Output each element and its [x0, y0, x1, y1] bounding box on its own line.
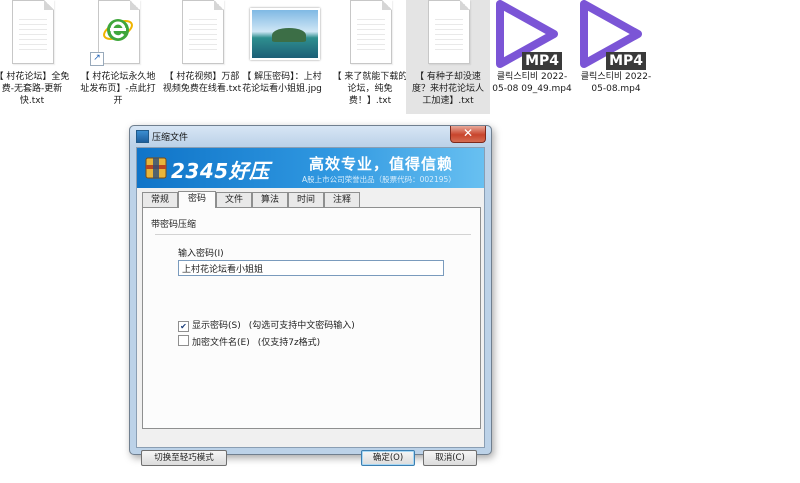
tab-algorithm[interactable]: 算法 — [252, 192, 288, 207]
tab-time[interactable]: 时间 — [288, 192, 324, 207]
file-label: 【 有种子却没速度？来村花论坛人工加速】.txt — [411, 72, 484, 106]
brand-banner: 2345好压 高效专业，值得信赖 A股上市公司荣誉出品（股票代码：002195） — [137, 148, 484, 188]
image-file-icon — [250, 0, 320, 68]
mp4-video-icon: MP4 — [490, 0, 574, 70]
text-file-icon — [422, 0, 474, 68]
text-file-icon — [176, 0, 228, 68]
desktop-file[interactable]: 【 来了就能下载的论坛，纯免费！】.txt — [328, 0, 412, 107]
file-label: 【 解压密码】：上村花论坛看小姐姐.jpg — [242, 72, 322, 94]
text-file-icon — [6, 0, 58, 68]
app-icon — [136, 130, 149, 143]
tab-comment[interactable]: 注释 — [324, 192, 360, 207]
dialog-title: 压缩文件 — [152, 133, 189, 143]
checkbox-checked-icon: ✔ — [178, 321, 189, 332]
banner-subtitle: A股上市公司荣誉出品（股票代码：002195） — [302, 175, 456, 184]
file-label: 【 来了就能下载的论坛，纯免费！】.txt — [332, 72, 408, 106]
encrypt-filenames-checkbox[interactable]: 加密文件名(E) (仅支持7z格式) — [178, 335, 320, 348]
banner-slogan: 高效专业，值得信赖 — [309, 155, 454, 173]
checkbox-empty-icon — [178, 335, 189, 346]
desktop-file[interactable]: MP4 클릭스티비 2022-05-08 09_49.mp4 — [490, 0, 574, 95]
desktop-file[interactable]: 【 解压密码】：上村花论坛看小姐姐.jpg — [240, 0, 324, 95]
tab-password[interactable]: 密码 — [178, 191, 216, 208]
password-input[interactable] — [178, 260, 444, 276]
password-label: 输入密码(I) — [178, 249, 224, 259]
file-label: 클릭스티비 2022-05-08.mp4 — [580, 72, 652, 94]
desktop-file-selected[interactable]: 【 有种子却没速度？来村花论坛人工加速】.txt — [406, 0, 490, 114]
file-label: 【 村花视频】万部视频免费在线看.txt — [162, 72, 242, 94]
switch-lite-mode-button[interactable]: 切换至轻巧模式 — [141, 450, 227, 466]
dialog-titlebar[interactable]: 压缩文件 ✕ — [130, 126, 491, 146]
dialog-body: 2345好压 高效专业，值得信赖 A股上市公司荣誉出品（股票代码：002195）… — [136, 147, 485, 466]
text-file-icon — [344, 0, 396, 68]
desktop-file[interactable]: 【 村花论坛】全免费-无套路-更新快.txt — [0, 0, 74, 107]
close-button[interactable]: ✕ — [450, 126, 486, 143]
shortcut-arrow-icon: ↗ — [90, 52, 104, 66]
compress-dialog: 压缩文件 ✕ 2345好压 高效专业，值得信赖 A股上市公司荣誉出品（股票代码：… — [129, 125, 492, 466]
file-label: 【 村花论坛】全免费-无套路-更新快.txt — [0, 72, 70, 106]
file-label: 클릭스티비 2022-05-08 09_49.mp4 — [492, 72, 572, 94]
desktop-file[interactable]: ↗ 【 村花论坛永久地址发布页】-点此打开 — [76, 0, 160, 107]
banner-logo-text: 2345好压 — [171, 159, 270, 183]
file-label: 【 村花论坛永久地址发布页】-点此打开 — [80, 72, 156, 106]
tab-general[interactable]: 常规 — [142, 192, 178, 207]
cancel-button[interactable]: 取消(C) — [423, 450, 477, 466]
desktop-file[interactable]: MP4 클릭스티비 2022-05-08.mp4 — [574, 0, 658, 95]
mp4-video-icon: MP4 — [574, 0, 658, 70]
encrypt-filenames-hint: (仅支持7z格式) — [257, 338, 321, 348]
show-password-checkbox[interactable]: ✔ 显示密码(S) (勾选可支持中文密码输入) — [178, 318, 355, 332]
password-tab-panel: 带密码压缩 输入密码(I) ✔显示密码(S)(勾选可支持中文密码输入) 加密文件… — [142, 207, 481, 429]
desktop-file[interactable]: 【 村花视频】万部视频免费在线看.txt — [160, 0, 244, 95]
haozip-logo-icon — [145, 157, 167, 179]
group-title: 带密码压缩 — [151, 217, 201, 230]
ie-shortcut-icon: ↗ — [90, 0, 144, 68]
show-password-hint: (勾选可支持中文密码输入) — [248, 321, 355, 331]
ok-button[interactable]: 确定(O) — [361, 450, 415, 466]
ie-logo-icon — [103, 19, 133, 41]
tab-files[interactable]: 文件 — [216, 192, 252, 207]
